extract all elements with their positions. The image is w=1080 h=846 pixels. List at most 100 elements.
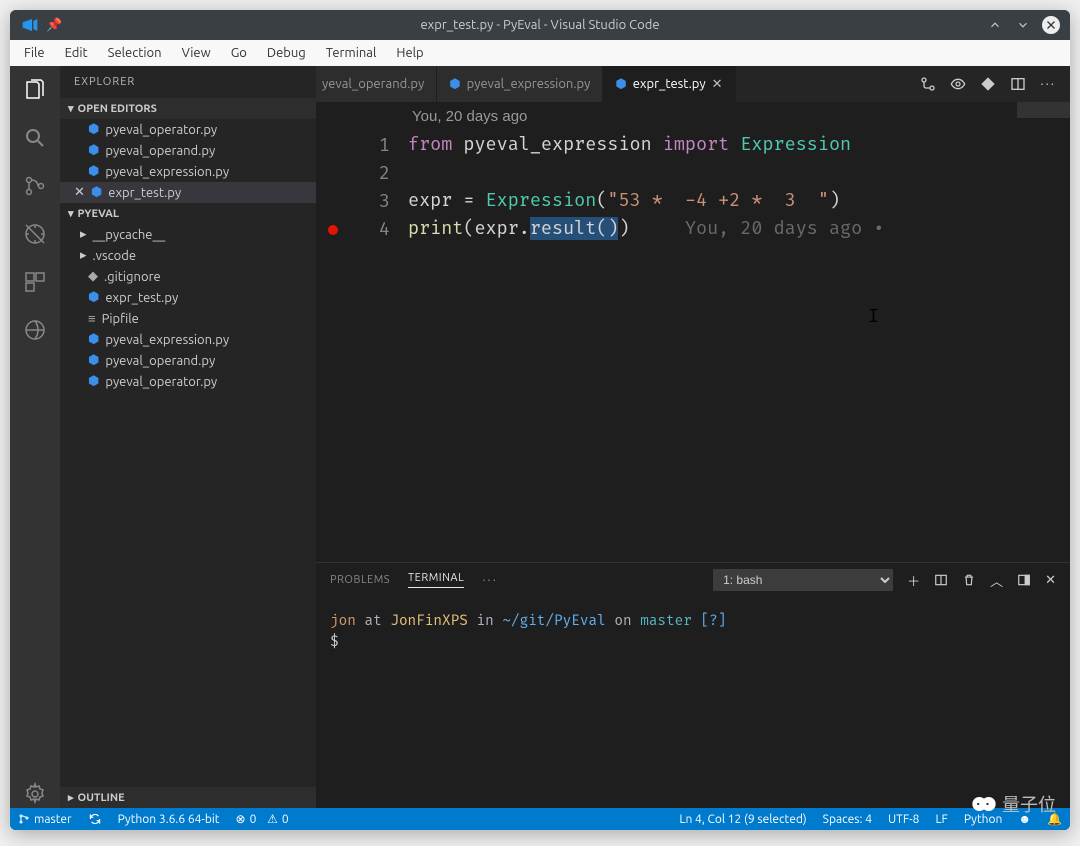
file-item[interactable]: ⬢pyeval_expression.py — [60, 329, 316, 350]
split-icon[interactable] — [1010, 76, 1026, 92]
sidebar-title: EXPLORER — [60, 66, 316, 98]
close-panel-icon[interactable]: ✕ — [1045, 573, 1056, 588]
open-editor-item[interactable]: ⬢pyeval_expression.py — [60, 161, 316, 182]
cursor-position[interactable]: Ln 4, Col 12 (9 selected) — [671, 813, 814, 826]
toggle-panel-icon[interactable] — [1017, 573, 1031, 587]
settings-icon[interactable] — [21, 780, 49, 808]
menu-debug[interactable]: Debug — [259, 43, 314, 63]
maximize-panel-icon[interactable]: ︿ — [990, 571, 1003, 590]
vscode-icon — [22, 17, 38, 33]
python-icon: ⬢ — [88, 143, 99, 158]
git-icon: ◆ — [88, 269, 98, 284]
pin-icon[interactable]: 📌 — [46, 18, 62, 33]
minimap[interactable] — [1016, 102, 1070, 562]
close-icon[interactable]: ✕ — [74, 185, 85, 200]
file-item[interactable]: ⬢expr_test.py — [60, 287, 316, 308]
python-icon: ⬢ — [615, 77, 626, 92]
chevron-down-icon: ▾ — [68, 102, 74, 115]
code-editor[interactable]: 1 2 3 4 You, 20 days ago from pyeval_exp… — [316, 102, 1070, 562]
close-icon[interactable] — [1042, 16, 1060, 34]
open-editor-item[interactable]: ✕⬢expr_test.py — [60, 182, 316, 203]
menu-selection[interactable]: Selection — [100, 43, 170, 63]
file-item[interactable]: ≡Pipfile — [60, 308, 316, 329]
indent[interactable]: Spaces: 4 — [815, 813, 880, 826]
menu-edit[interactable]: Edit — [57, 43, 96, 63]
menu-view[interactable]: View — [174, 43, 219, 63]
preview-icon[interactable] — [950, 76, 966, 92]
python-icon: ⬢ — [88, 290, 99, 305]
line-number: 4 — [316, 216, 408, 244]
menu-file[interactable]: File — [16, 43, 53, 63]
git-compare-icon[interactable] — [920, 76, 936, 92]
explorer-sidebar: EXPLORER ▾ OPEN EDITORS ⬢pyeval_operator… — [60, 66, 316, 808]
debug-icon[interactable] — [21, 220, 49, 248]
terminal[interactable]: jon at JonFinXPS in ~/git/PyEval on mast… — [316, 597, 1070, 808]
selected-text: result() — [530, 217, 619, 240]
python-icon: ⬢ — [88, 332, 99, 347]
menu-terminal[interactable]: Terminal — [318, 43, 385, 63]
search-icon[interactable] — [21, 124, 49, 152]
close-icon[interactable]: ✕ — [712, 77, 723, 92]
title-bar[interactable]: 📌 expr_test.py - PyEval - Visual Studio … — [10, 10, 1070, 40]
new-terminal-icon[interactable]: ＋ — [907, 571, 920, 590]
editor-tab[interactable]: ⬢expr_test.py✕ — [603, 66, 735, 102]
open-editor-item[interactable]: ⬢pyeval_operator.py — [60, 119, 316, 140]
folder-item[interactable]: ▸__pycache__ — [60, 224, 316, 245]
encoding[interactable]: UTF-8 — [880, 813, 927, 826]
folder-item[interactable]: ▸.vscode — [60, 245, 316, 266]
tab-problems[interactable]: PROBLEMS — [330, 574, 390, 586]
file-item[interactable]: ⬢pyeval_operator.py — [60, 371, 316, 392]
more-icon[interactable]: ··· — [1040, 77, 1056, 91]
bottom-panel: PROBLEMS TERMINAL ··· 1: bash ＋ ︿ ✕ jon … — [316, 562, 1070, 808]
python-icon: ⬢ — [88, 374, 99, 389]
problems-count[interactable]: ⊗0 ⚠0 — [228, 812, 297, 826]
panel-tabs: PROBLEMS TERMINAL ··· 1: bash ＋ ︿ ✕ — [316, 563, 1070, 597]
chevron-right-icon: ▸ — [80, 227, 87, 242]
menu-go[interactable]: Go — [223, 43, 255, 63]
chevron-right-icon: ▸ — [80, 248, 87, 263]
activity-bar — [10, 66, 60, 808]
prompt: $ — [330, 632, 1056, 653]
python-icon: ⬢ — [88, 122, 99, 137]
editor-tabs: yeval_operand.py ⬢pyeval_expression.py ⬢… — [316, 66, 1070, 102]
editor-tab[interactable]: yeval_operand.py — [316, 66, 437, 102]
menu-bar: File Edit Selection View Go Debug Termin… — [10, 40, 1070, 66]
explorer-icon[interactable] — [21, 76, 49, 104]
main-area: EXPLORER ▾ OPEN EDITORS ⬢pyeval_operator… — [10, 66, 1070, 808]
python-icon: ⬢ — [88, 353, 99, 368]
editor-area: yeval_operand.py ⬢pyeval_expression.py ⬢… — [316, 66, 1070, 808]
python-icon: ⬢ — [88, 164, 99, 179]
tab-terminal[interactable]: TERMINAL — [408, 572, 464, 588]
line-number: 2 — [316, 160, 408, 188]
git-branch[interactable]: master — [10, 813, 80, 826]
terminal-selector[interactable]: 1: bash — [713, 569, 893, 591]
split-terminal-icon[interactable] — [934, 573, 948, 587]
editor-tab[interactable]: ⬢pyeval_expression.py — [437, 66, 603, 102]
file-item[interactable]: ⬢pyeval_operand.py — [60, 350, 316, 371]
sync-icon[interactable] — [80, 812, 110, 826]
diff-icon[interactable] — [980, 76, 996, 92]
status-bar: master Python 3.6.6 64-bit ⊗0 ⚠0 Ln 4, C… — [10, 808, 1070, 830]
file-item[interactable]: ◆.gitignore — [60, 266, 316, 287]
live-share-icon[interactable] — [21, 316, 49, 344]
open-editors-header[interactable]: ▾ OPEN EDITORS — [60, 98, 316, 119]
eol[interactable]: LF — [927, 813, 955, 826]
outline-header[interactable]: ▸ OUTLINE — [60, 787, 316, 808]
open-editor-item[interactable]: ⬢pyeval_operand.py — [60, 140, 316, 161]
codelens: You, 20 days ago — [408, 106, 1070, 131]
file-icon: ≡ — [88, 311, 96, 326]
extensions-icon[interactable] — [21, 268, 49, 296]
minimize-icon[interactable] — [986, 16, 1004, 34]
maximize-icon[interactable] — [1014, 16, 1032, 34]
python-icon: ⬢ — [449, 77, 460, 92]
window-title: expr_test.py - PyEval - Visual Studio Co… — [10, 18, 1070, 32]
python-interpreter[interactable]: Python 3.6.6 64-bit — [110, 813, 228, 826]
project-header[interactable]: ▾ PYEVAL — [60, 203, 316, 224]
code-content[interactable]: You, 20 days ago from pyeval_expression … — [408, 102, 1070, 562]
more-icon[interactable]: ··· — [482, 573, 498, 587]
vscode-window: 📌 expr_test.py - PyEval - Visual Studio … — [10, 10, 1070, 830]
menu-help[interactable]: Help — [388, 43, 431, 63]
chevron-down-icon: ▾ — [68, 207, 74, 220]
scm-icon[interactable] — [21, 172, 49, 200]
kill-terminal-icon[interactable] — [962, 573, 976, 587]
